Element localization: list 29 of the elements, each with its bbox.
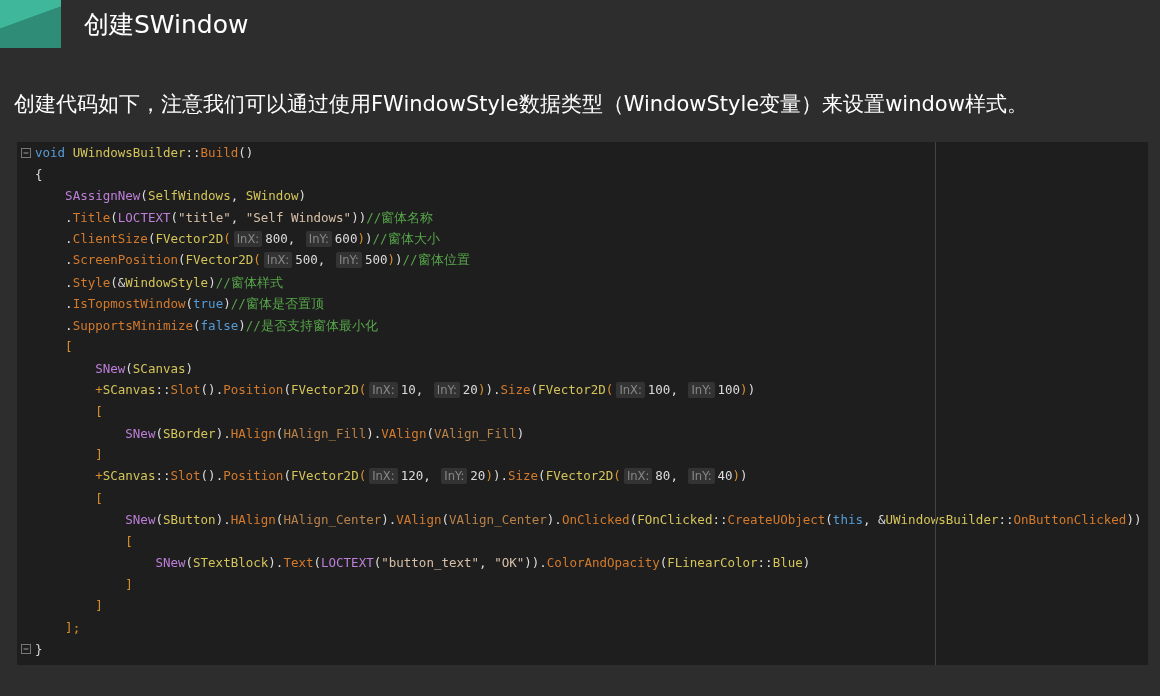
code-line: .Style(&WindowStyle)//窗体样式 [64, 273, 283, 292]
section-heading: 创建SWindow [84, 8, 249, 41]
code-line: SNew(STextBlock).Text(LOCTEXT("button_text", "OK")).ColorAndOpacity(FLinearColor::Blue) [154, 554, 811, 573]
code-line: SNew(SBorder).HAlign(HAlign_Fill).VAlign(VAlign_Fill) [124, 424, 525, 443]
code-line: SNew(SCanvas) [94, 359, 194, 378]
corner-decoration [0, 0, 61, 48]
code-line: ]; [64, 619, 81, 638]
code-line: +SCanvas::Slot().Position(FVector2D( InX: 10, InY: 20)).Size(FVector2D( InX: 100, InY: 100)) [94, 381, 756, 401]
code-line: void UWindowsBuilder::Build() [35, 144, 254, 162]
paragraph: 创建代码如下，注意我们可以通过使用FWindowStyle数据类型（WindowStyle变量）来设置window样式。 [14, 91, 1029, 118]
code-line: { [35, 165, 43, 184]
code-line: SNew(SButton).HAlign(HAlign_Center).VAlign(VAlign_Center).OnClicked(FOnClicked::CreateUObject(this, &UWindowsBuilder::OnButtonClicked)) [124, 511, 1142, 530]
code-line: .ClientSize(FVector2D( InX: 800, InY: 600))//窗体大小 [64, 229, 440, 249]
code-line: [ [124, 532, 133, 551]
code-line: ] [94, 446, 103, 465]
code-line: .ScreenPosition(FVector2D( InX: 500, InY: 500))//窗体位置 [64, 251, 470, 271]
fold-icon[interactable] [21, 644, 31, 655]
code-line: .IsTopmostWindow(true)//窗体是否置顶 [64, 295, 324, 314]
code-line: [ [94, 489, 103, 508]
code-line: ] [124, 575, 133, 594]
code-line: +SCanvas::Slot().Position(FVector2D( InX: 120, InY: 20)).Size(FVector2D( InX: 80, InY: 40)) [94, 467, 748, 487]
code-line: SAssignNew(SelfWindows, SWindow) [64, 187, 306, 206]
code-line: [ [94, 403, 103, 422]
code-line: } [35, 640, 43, 659]
fold-icon[interactable] [21, 147, 31, 158]
code-line: .Title(LOCTEXT("title", "Self Windows"))//窗体名称 [64, 208, 434, 227]
code-line: .SupportsMinimize(false)//是否支持窗体最小化 [64, 316, 378, 335]
code-line: ] [94, 597, 103, 616]
code-line: [ [64, 338, 73, 357]
